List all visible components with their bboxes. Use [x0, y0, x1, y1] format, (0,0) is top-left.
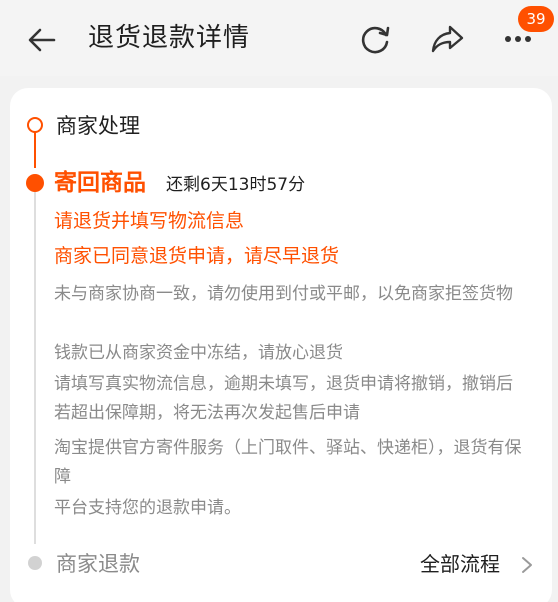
- timeline-node-current: [26, 174, 44, 192]
- page-title: 退货退款详情: [88, 23, 251, 53]
- instruction-merchant-agreed: 商家已同意退货申请，请尽早退货: [54, 245, 340, 267]
- step-merchant-processing: 商家处理: [56, 114, 140, 138]
- all-flow-link[interactable]: 全部流程: [420, 548, 500, 580]
- refresh-icon: [361, 26, 390, 54]
- step-return-goods-title: 寄回商品: [54, 170, 146, 196]
- timeline-connector-active: [34, 132, 36, 168]
- share-icon: [431, 25, 464, 53]
- note-platform-support: 平台支持您的退款申请。: [54, 498, 241, 518]
- back-arrow-icon: [28, 28, 56, 52]
- step-merchant-refund: 商家退款: [56, 552, 140, 576]
- share-button[interactable]: [428, 20, 466, 58]
- refresh-button[interactable]: [356, 20, 394, 58]
- note-official-shipping: 淘宝提供官方寄件服务（上门取件、驿站、快递柜），退货有保障: [54, 438, 522, 487]
- back-button[interactable]: [24, 22, 60, 58]
- notification-badge: 39: [518, 6, 554, 32]
- note-funds-frozen: 钱款已从商家资金中冻结，请放心退货: [54, 343, 343, 363]
- timeline-node-pending: [28, 556, 42, 570]
- timeline-node-done: [27, 117, 43, 133]
- note-fill-real-logistics: 请填写真实物流信息，逾期未填写，退货申请将撤销，撤销后若超出保障期，将无法再次发…: [54, 374, 513, 423]
- note-shipping-method: 未与商家协商一致，请勿使用到付或平邮，以免商家拒签货物: [54, 284, 513, 304]
- return-countdown: 还剩6天13时57分: [166, 175, 306, 195]
- instruction-fill-logistics: 请退货并填写物流信息: [54, 210, 245, 232]
- more-icon: [505, 36, 531, 42]
- chevron-right-icon[interactable]: [520, 555, 534, 575]
- timeline-connector-pending: [34, 192, 36, 544]
- top-nav-bar: 退货退款详情 39: [0, 0, 558, 76]
